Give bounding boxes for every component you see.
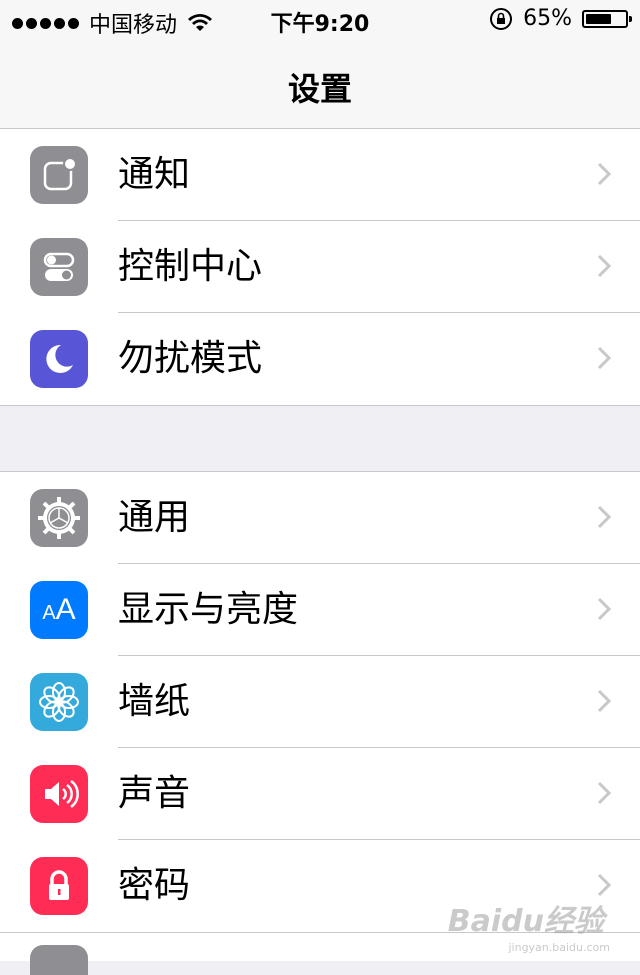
watermark-url: jingyan.baidu.com <box>508 941 610 954</box>
display-brightness-icon: AA <box>30 581 88 639</box>
battery-icon <box>582 9 632 28</box>
settings-row-general[interactable]: 通用 <box>0 472 640 564</box>
settings-row-wallpaper[interactable]: 墙纸 <box>0 656 640 748</box>
settings-group-2: 通用 AA 显示与亮度 墙纸 声音 密码 <box>0 471 640 933</box>
page-title: 设置 <box>287 70 352 108</box>
settings-group-1: 通知 控制中心 勿扰模式 <box>0 128 640 406</box>
settings-row-display-brightness[interactable]: AA 显示与亮度 <box>0 564 640 656</box>
settings-row-label: 显示与亮度 <box>118 589 299 630</box>
settings-row-notifications[interactable]: 通知 <box>0 129 640 221</box>
settings-row-control-center[interactable]: 控制中心 <box>0 221 640 313</box>
rotation-lock-icon <box>490 7 513 30</box>
settings-row-label: 密码 <box>118 865 191 906</box>
display-brightness-icon-text: A <box>55 593 76 626</box>
settings-row-label: 墙纸 <box>118 681 191 722</box>
lock-icon <box>30 857 88 915</box>
watermark-logo: Baidu经验 <box>447 904 604 939</box>
settings-row-label: 通知 <box>118 154 191 195</box>
chevron-right-icon <box>597 346 612 370</box>
moon-icon <box>30 330 88 388</box>
notifications-icon <box>30 146 88 204</box>
settings-row-label: 控制中心 <box>118 246 263 287</box>
navigation-bar: 设置 <box>0 40 640 129</box>
settings-row-label: 通用 <box>118 497 191 538</box>
settings-row-label: 声音 <box>118 773 191 814</box>
chevron-right-icon <box>597 254 612 278</box>
chevron-right-icon <box>597 505 612 529</box>
chevron-right-icon <box>597 689 612 713</box>
gear-icon <box>30 489 88 547</box>
settings-row-do-not-disturb[interactable]: 勿扰模式 <box>0 313 640 405</box>
wallpaper-flower-icon <box>30 673 88 731</box>
settings-row-sounds[interactable]: 声音 <box>0 748 640 840</box>
battery-percent: 65% <box>523 6 572 31</box>
chevron-right-icon <box>597 162 612 186</box>
chevron-right-icon <box>597 781 612 805</box>
settings-row-label: 勿扰模式 <box>118 338 263 379</box>
privacy-icon <box>30 945 88 975</box>
status-bar: 中国移动 下午9:20 65% <box>0 0 640 40</box>
chevron-right-icon <box>597 597 612 621</box>
control-center-icon <box>30 238 88 296</box>
status-right: 65% <box>489 6 632 31</box>
speaker-icon <box>30 765 88 823</box>
